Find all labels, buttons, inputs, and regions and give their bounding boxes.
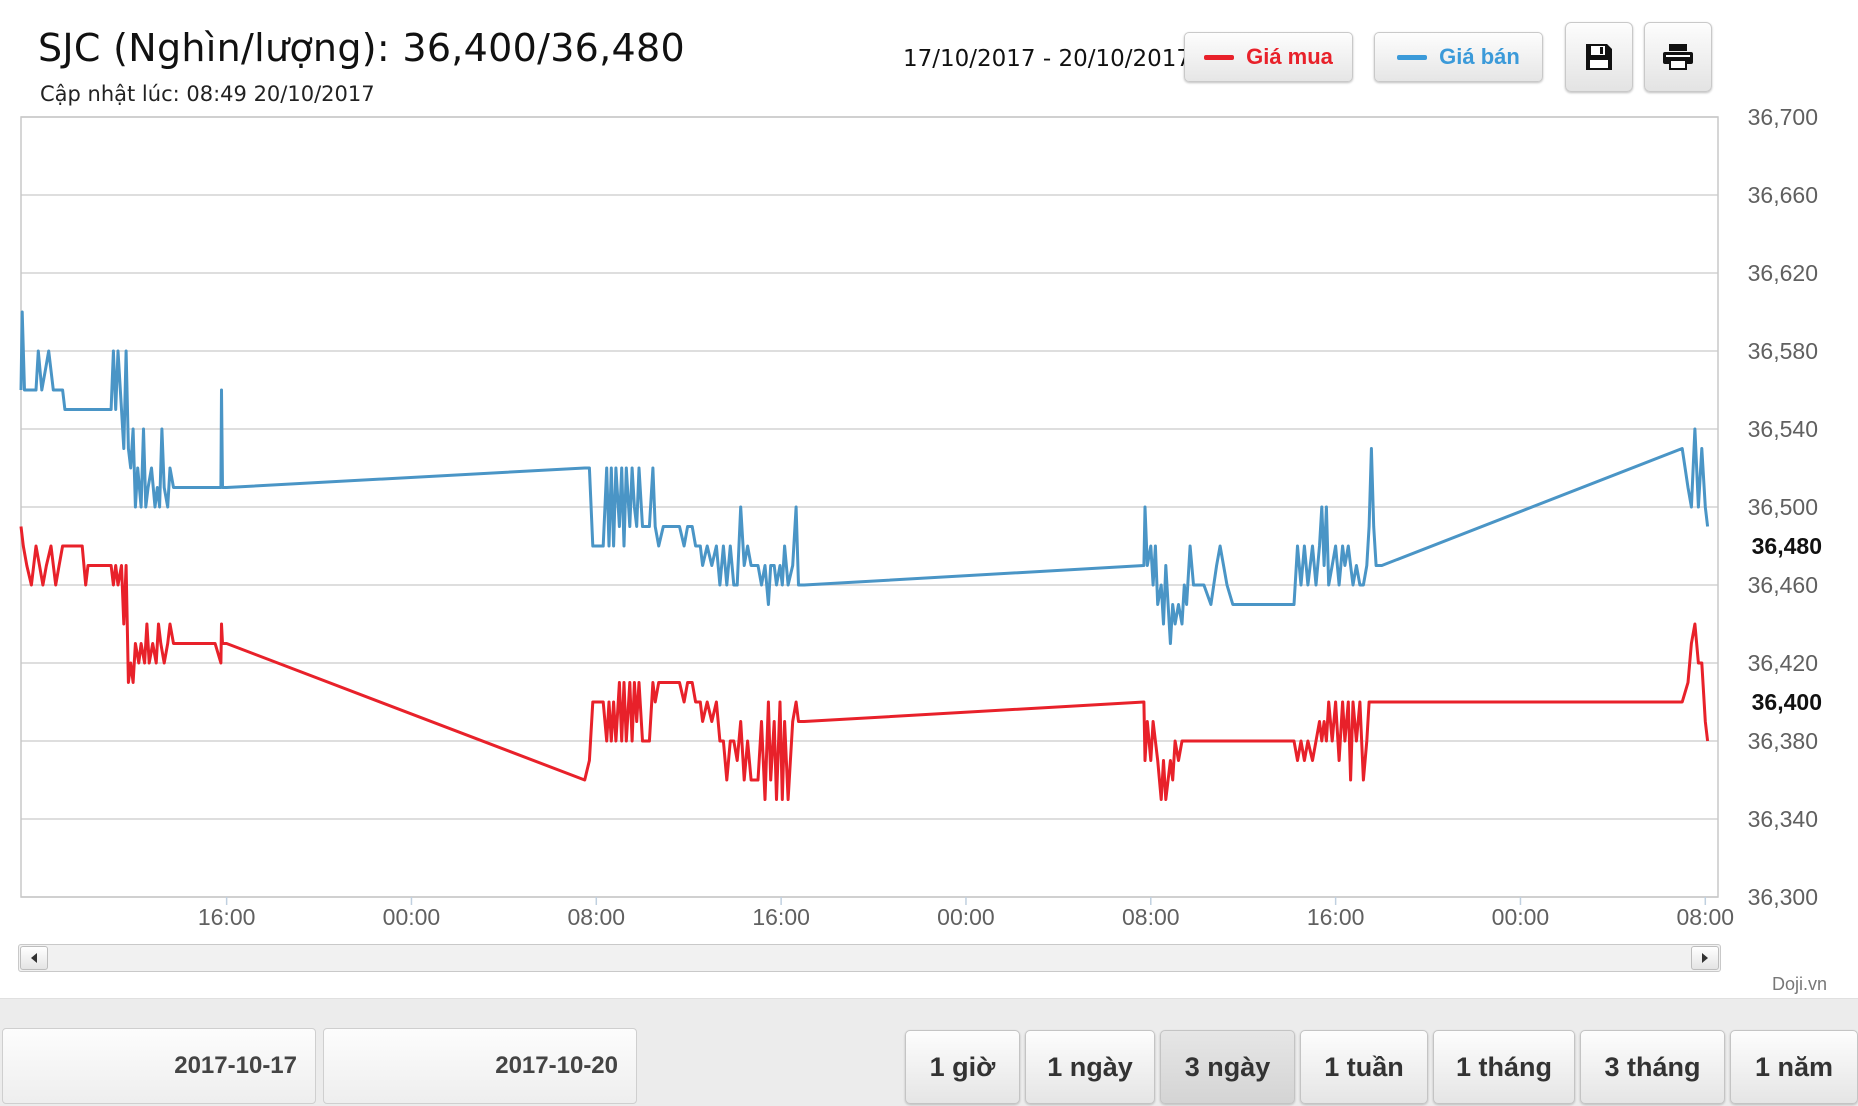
y-tick-label: 36,340	[1748, 806, 1818, 832]
series-lines	[19, 310, 1710, 801]
y-tick-label: 36,580	[1748, 338, 1818, 364]
y-tick-label: 36,500	[1748, 494, 1818, 520]
y-tick-label: 36,380	[1748, 728, 1818, 754]
y-tick-label: 36,420	[1748, 650, 1818, 676]
x-tick-label: 00:00	[1492, 904, 1550, 930]
chart-scrollbar[interactable]	[18, 944, 1721, 972]
y-tick-label: 36,460	[1748, 572, 1818, 598]
date-from-input[interactable]: 2017-10-17	[2, 1028, 316, 1104]
scroll-right-button[interactable]	[1691, 946, 1719, 970]
x-tick-label: 00:00	[383, 904, 441, 930]
x-axis-ticks: 16:00 00:00 08:00 16:00 00:00 08:00 16:00 00:00…	[198, 897, 1734, 930]
date-to-input[interactable]: 2017-10-20	[323, 1028, 637, 1104]
period-button[interactable]: 3 tháng	[1580, 1030, 1725, 1104]
price-chart: 36,700 36,660 36,620 36,580 36,540 36,500 36,4…	[19, 104, 1822, 930]
current-price-label: 36,400	[1752, 689, 1822, 715]
y-tick-label: 36,700	[1748, 104, 1818, 130]
series-line	[19, 310, 1710, 645]
current-price-label: 36,480	[1752, 533, 1822, 559]
period-button[interactable]: 1 tháng	[1433, 1030, 1575, 1104]
y-tick-label: 36,540	[1748, 416, 1818, 442]
period-button[interactable]: 1 giờ	[905, 1030, 1020, 1104]
x-tick-label: 16:00	[1307, 904, 1365, 930]
y-axis-ticks: 36,700 36,660 36,620 36,580 36,540 36,500 36,4…	[1748, 104, 1822, 910]
y-tick-label: 36,300	[1748, 884, 1818, 910]
x-tick-label: 16:00	[752, 904, 810, 930]
y-tick-label: 36,660	[1748, 182, 1818, 208]
arrow-left-icon	[31, 953, 37, 963]
x-tick-label: 00:00	[937, 904, 995, 930]
x-tick-label: 16:00	[198, 904, 256, 930]
period-button[interactable]: 1 tuần	[1300, 1030, 1428, 1104]
period-button[interactable]: 1 ngày	[1025, 1030, 1155, 1104]
arrow-right-icon	[1702, 953, 1708, 963]
x-tick-label: 08:00	[1677, 904, 1735, 930]
scroll-left-button[interactable]	[20, 946, 48, 970]
grid-lines	[21, 116, 1718, 898]
x-tick-label: 08:00	[568, 904, 626, 930]
period-button[interactable]: 3 ngày	[1160, 1030, 1295, 1104]
period-button[interactable]: 1 năm	[1730, 1030, 1858, 1104]
y-tick-label: 36,620	[1748, 260, 1818, 286]
x-tick-label: 08:00	[1122, 904, 1180, 930]
watermark: Doji.vn	[1772, 974, 1828, 994]
